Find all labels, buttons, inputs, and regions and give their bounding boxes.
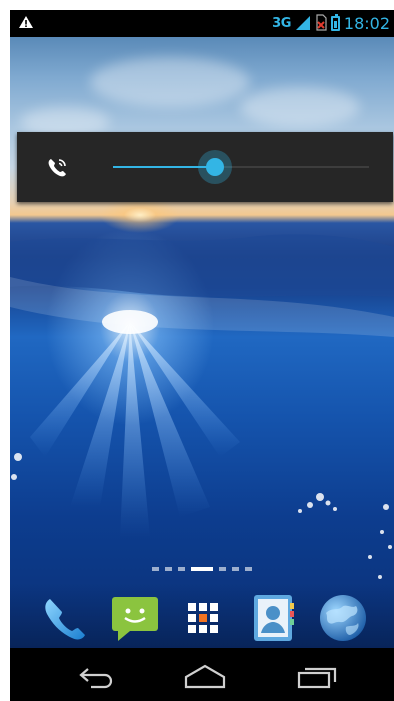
all-apps-button[interactable] <box>176 591 230 645</box>
home-wallpaper <box>10 37 394 648</box>
recent-apps-icon[interactable] <box>292 663 342 691</box>
browser-app[interactable] <box>316 591 370 645</box>
phone-screen: 3G 18:02 <box>10 10 394 701</box>
page-dot <box>232 567 239 571</box>
page-dot <box>165 567 172 571</box>
messaging-icon <box>112 597 158 641</box>
volume-slider-track[interactable] <box>113 150 369 184</box>
network-type-label: 3G <box>272 15 291 31</box>
volume-dialog[interactable] <box>17 132 393 202</box>
page-dot <box>152 567 159 571</box>
page-dot <box>219 567 226 571</box>
navigation-bar <box>10 651 394 701</box>
page-dot-active <box>191 567 213 571</box>
contacts-app[interactable] <box>246 591 300 645</box>
signal-bars-icon <box>295 16 310 30</box>
phone-ringer-icon <box>48 159 66 177</box>
home-icon[interactable] <box>180 663 230 691</box>
volume-slider-thumb[interactable] <box>198 150 233 184</box>
no-sim-icon <box>316 14 327 31</box>
back-icon[interactable] <box>72 663 122 691</box>
messaging-app[interactable] <box>108 591 162 645</box>
globe-icon <box>320 595 366 641</box>
warning-icon <box>19 16 33 28</box>
page-indicator <box>10 565 394 573</box>
status-bar[interactable]: 3G 18:02 <box>10 10 394 37</box>
page-dot <box>245 567 252 571</box>
status-time: 18:02 <box>343 13 390 33</box>
contacts-icon <box>254 595 294 641</box>
light-rays-decoration <box>10 234 394 579</box>
phone-icon <box>45 599 85 640</box>
dock <box>10 583 394 653</box>
battery-charging-icon <box>330 13 340 31</box>
phone-app[interactable] <box>38 591 92 645</box>
page-dot <box>178 567 185 571</box>
app-drawer-icon <box>188 603 218 633</box>
